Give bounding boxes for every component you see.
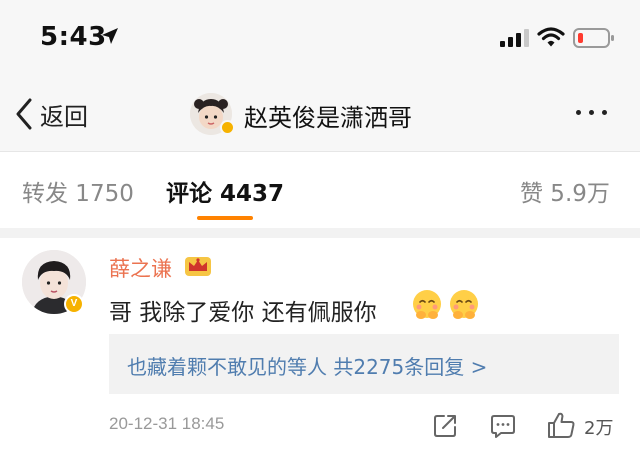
chevron-left-icon [16,98,32,130]
hug-emoji-icon [450,290,478,319]
section-divider [0,228,640,238]
verified-badge-icon: V [64,294,84,314]
more-dot-icon [589,110,594,115]
thumbs-up-icon[interactable] [546,410,576,440]
status-time: 5:43 [40,22,107,52]
replies-preview-link[interactable]: 也藏着颗不敢见的等人 共2275条回复 > [127,351,487,380]
verified-badge-letter: V [70,298,78,309]
location-arrow-icon [102,28,118,44]
comment-text: 哥 我除了爱你 还有佩服你 [109,300,377,326]
status-bar: 5:43 [0,0,640,74]
tab-comments[interactable]: 评论 4437 [166,174,284,208]
verified-badge-icon [220,120,235,135]
share-icon[interactable] [432,413,458,439]
back-button[interactable]: 返回 [14,94,88,134]
page-title: 赵英俊是潇洒哥 [244,104,412,132]
tab-likes[interactable]: 赞 5.9万 [520,174,610,208]
commenter-name[interactable]: 薛之谦 [109,253,172,283]
battery-icon [573,28,614,48]
like-count: 2万 [584,418,614,439]
active-tab-indicator [197,216,253,220]
back-label: 返回 [40,102,88,131]
crown-icon [185,257,211,276]
wifi-icon [537,27,565,47]
nav-bar: 返回 赵英俊是潇洒哥 [0,74,640,152]
replies-preview-box[interactable]: 也藏着颗不敢见的等人 共2275条回复 > [109,334,619,394]
more-dot-icon [602,110,607,115]
tab-bar: 转发 1750 评论 4437 赞 5.9万 [0,152,640,228]
more-options-button[interactable] [576,110,607,115]
more-dot-icon [576,110,581,115]
hug-emoji-icon [413,290,441,319]
tab-reposts[interactable]: 转发 1750 [22,174,134,208]
cellular-signal-icon [500,29,529,47]
comment-timestamp: 20-12-31 18:45 [109,414,225,433]
comment-icon[interactable] [490,413,516,439]
